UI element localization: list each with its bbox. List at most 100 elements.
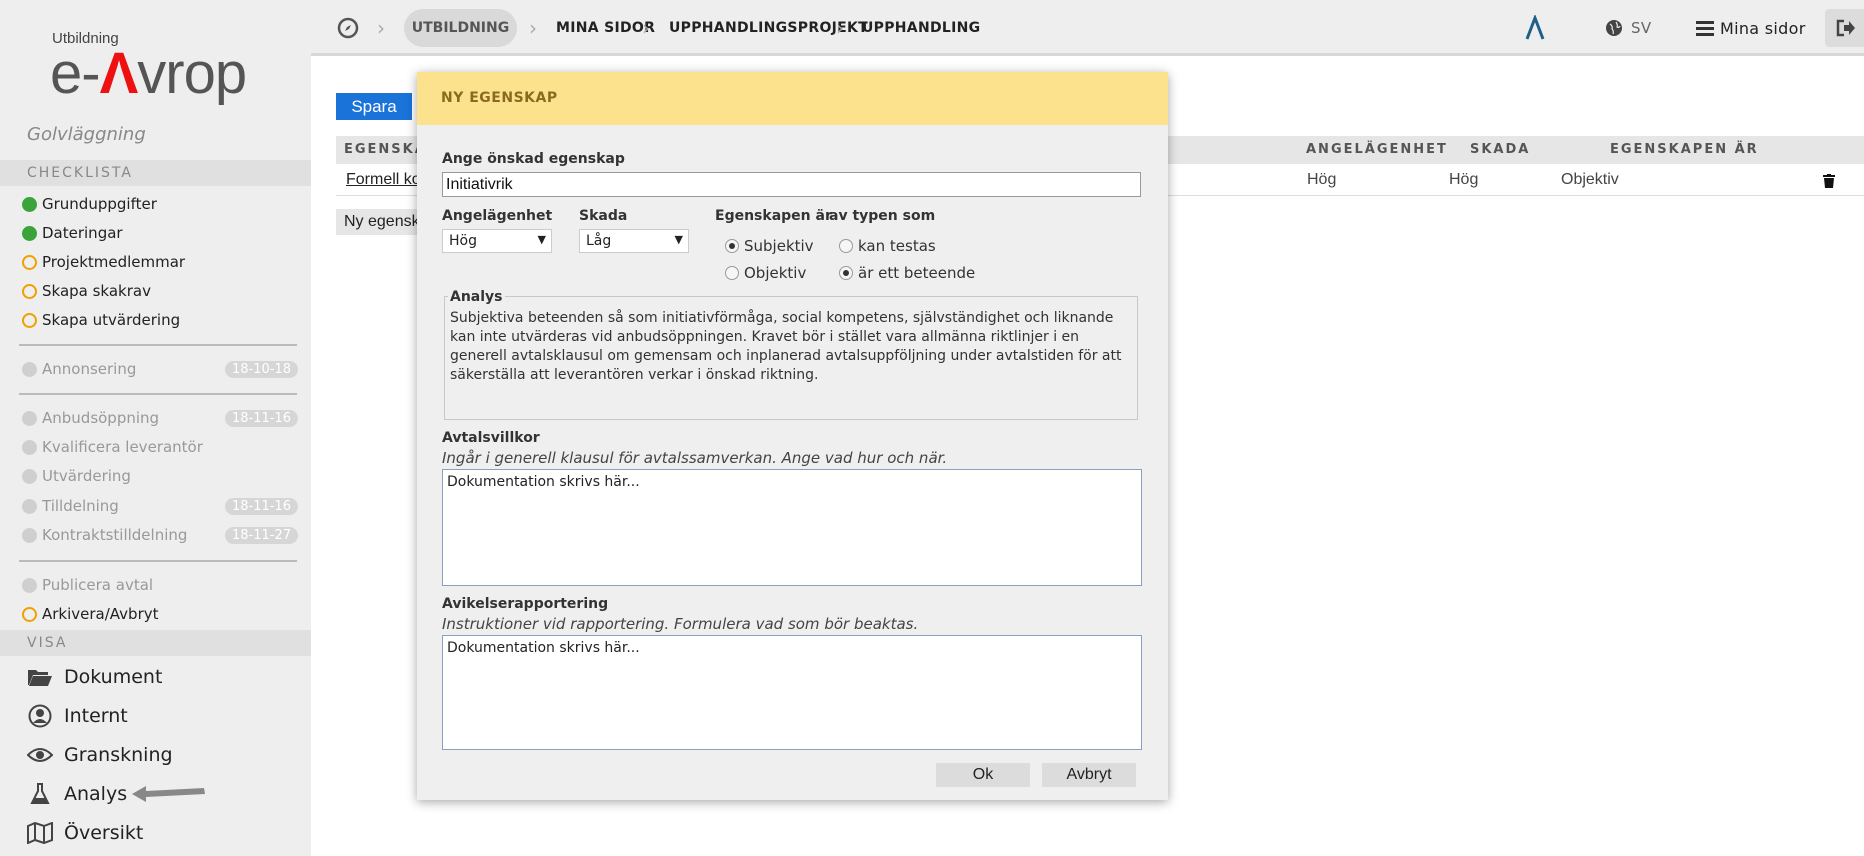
sidebar-item-label: Skapa skakrav	[42, 282, 151, 300]
menu-icon[interactable]	[1696, 20, 1714, 36]
view-item-label: Analys	[64, 783, 128, 805]
breadcrumb-mina-sidor[interactable]: MINA SIDOR	[556, 0, 655, 56]
radio-button-checked[interactable]	[839, 266, 853, 280]
sidebar-item-label: Kvalificera leverantör	[42, 438, 203, 456]
status-dot-icon	[22, 527, 37, 543]
logo-text: e-Λvrop	[50, 41, 247, 106]
row-damage: Hög	[1449, 171, 1479, 188]
user-icon	[26, 703, 54, 729]
sidebar-item-label: Grunduppgifter	[42, 195, 157, 213]
brand-mark-icon[interactable]	[1524, 15, 1546, 41]
property-input[interactable]	[442, 172, 1141, 197]
breadcrumb-utbildning[interactable]: UTBILDNING	[404, 9, 517, 47]
status-dot-icon	[22, 254, 37, 270]
property-name-link[interactable]: Formell ko	[346, 171, 421, 189]
breadcrumb-upphandling[interactable]: UPPHANDLING	[862, 0, 980, 56]
date-badge: 18-10-18	[224, 360, 298, 378]
chevron-right-icon: ›	[642, 16, 650, 40]
status-dot-icon	[22, 312, 37, 328]
sidebar-item-tilldelning[interactable]: Tilldelning 18-11-16	[22, 494, 298, 518]
radio-objective-label: Objektiv	[744, 264, 807, 282]
sidebar: Utbildning e-Λvrop Golvläggning CHECKLIS…	[0, 0, 311, 856]
sidebar-item-label: Projektmedlemmar	[42, 253, 186, 271]
radio-button[interactable]	[725, 266, 739, 280]
dropdown-arrow-icon: ▼	[674, 233, 683, 246]
sidebar-item-skapa-skakrav[interactable]: Skapa skakrav	[22, 279, 298, 303]
pointer-arrow-icon	[132, 786, 205, 802]
view-item-internt[interactable]: Internt	[26, 701, 128, 731]
view-item-analys[interactable]: Analys	[26, 779, 127, 809]
status-dot-icon	[22, 361, 37, 377]
view-item-dokument[interactable]: Dokument	[26, 662, 162, 692]
save-button[interactable]: Spara	[336, 93, 412, 120]
sidebar-item-label: Kontraktstilldelning	[42, 526, 188, 544]
mina-sidor-menu[interactable]: Mina sidor	[1720, 0, 1806, 56]
sidebar-item-projektmedlemmar[interactable]: Projektmedlemmar	[22, 250, 298, 274]
folder-icon	[26, 664, 54, 690]
radio-subjective[interactable]: Subjektiv	[725, 237, 814, 255]
property-label: Ange önskad egenskap	[442, 151, 625, 167]
deviation-textarea[interactable]: Dokumentation skrivs här...	[442, 635, 1142, 750]
status-dot-icon	[22, 410, 37, 426]
globe-icon[interactable]	[1605, 19, 1623, 37]
status-dot-icon	[22, 468, 37, 484]
view-heading: VISA	[0, 630, 311, 656]
sidebar-item-label: Dateringar	[42, 224, 123, 242]
dialog-title: NY EGENSKAP	[417, 72, 1168, 125]
view-item-granskning[interactable]: Granskning	[26, 740, 173, 770]
view-item-label: Granskning	[64, 744, 173, 766]
sidebar-item-grunduppgifter[interactable]: Grunduppgifter	[22, 192, 298, 216]
new-property-dialog: NY EGENSKAP Ange önskad egenskap Angeläg…	[417, 72, 1168, 800]
sidebar-item-utvärdering[interactable]: Utvärdering	[22, 464, 298, 488]
cancel-button[interactable]: Avbryt	[1042, 763, 1136, 787]
analysis-box: Analys Subjektiva beteenden så som initi…	[444, 289, 1138, 420]
terms-textarea[interactable]: Dokumentation skrivs här...	[442, 469, 1142, 586]
status-dot-icon	[22, 606, 37, 622]
sidebar-item-publicera-avtal[interactable]: Publicera avtal	[22, 573, 298, 597]
type-kind-label: av typen som	[829, 208, 936, 224]
view-item-label: Internt	[64, 705, 128, 727]
ok-button[interactable]: Ok	[936, 763, 1030, 787]
sidebar-item-arkivera-avbryt[interactable]: Arkivera/Avbryt	[22, 602, 298, 626]
radio-button[interactable]	[839, 239, 853, 253]
sidebar-item-kontraktstilldelning[interactable]: Kontraktstilldelning 18-11-27	[22, 523, 298, 547]
flask-icon	[26, 781, 54, 807]
column-header-damage: SKADA	[1470, 142, 1531, 157]
status-dot-icon	[22, 225, 37, 241]
date-badge: 18-11-16	[224, 409, 298, 427]
radio-testable-label: kan testas	[858, 237, 936, 255]
column-header-property: EGENSKA	[344, 142, 427, 157]
damage-label: Skada	[579, 208, 628, 224]
radio-objective[interactable]: Objektiv	[725, 264, 806, 282]
app-logo[interactable]: Utbildning e-Λvrop	[50, 28, 290, 106]
radio-behavior[interactable]: är ett beteende	[839, 264, 975, 282]
view-item-översikt[interactable]: Översikt	[26, 818, 143, 848]
compass-icon[interactable]	[337, 17, 359, 39]
view-item-label: Dokument	[64, 666, 163, 688]
sidebar-item-label: Utvärdering	[42, 467, 131, 485]
radio-testable[interactable]: kan testas	[839, 237, 936, 255]
terms-hint: Ingår i generell klausul för avtalssamve…	[442, 449, 948, 467]
damage-select[interactable]: Låg ▼	[579, 229, 689, 253]
importance-select[interactable]: Hög ▼	[442, 229, 552, 253]
trash-icon[interactable]	[1823, 174, 1835, 188]
deviation-label: Avikelserapportering	[442, 596, 609, 612]
sidebar-item-label: Tilldelning	[42, 497, 119, 515]
sidebar-item-anbudsöppning[interactable]: Anbudsöppning 18-11-16	[22, 406, 298, 430]
map-icon	[26, 820, 54, 846]
column-header-property-type: EGENSKAPEN ÄR	[1610, 142, 1759, 157]
top-bar: › UTBILDNING › MINA SIDOR › UPPHANDLING S…	[311, 0, 1864, 56]
damage-value: Låg	[586, 233, 612, 249]
logout-button[interactable]	[1825, 9, 1864, 47]
sidebar-item-annonsering[interactable]: Annonsering 18-10-18	[22, 357, 298, 381]
radio-button-checked[interactable]	[725, 239, 739, 253]
column-header-importance: ANGELÄGENHET	[1306, 142, 1448, 157]
date-badge: 18-11-16	[224, 497, 298, 515]
deviation-placeholder: Dokumentation skrivs här...	[447, 640, 640, 656]
sidebar-item-kvalificera-leverantör[interactable]: Kvalificera leverantör	[22, 435, 298, 459]
sidebar-item-dateringar[interactable]: Dateringar	[22, 221, 298, 245]
sidebar-item-skapa-utvärdering[interactable]: Skapa utvärdering	[22, 308, 298, 332]
chevron-right-icon: ›	[836, 16, 844, 40]
dropdown-arrow-icon: ▼	[537, 233, 546, 246]
language-selector[interactable]: SV	[1631, 0, 1651, 56]
